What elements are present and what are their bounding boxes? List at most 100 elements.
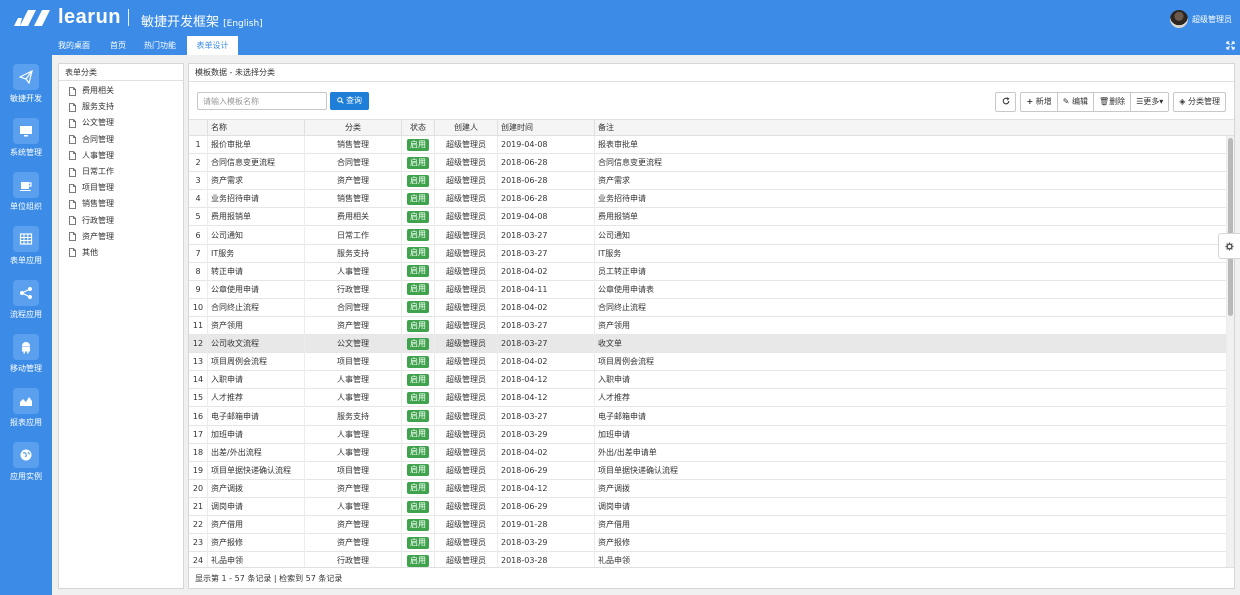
settings-gear-button[interactable] [1218, 233, 1240, 259]
header-created[interactable]: 创建时间 [498, 120, 595, 136]
table-row[interactable]: 7 IT服务 服务支持 启用 超级管理员 2018-03-27 IT服务 [189, 244, 1227, 263]
add-button[interactable]: + 新增 [1020, 92, 1058, 112]
sidebar-item-forms[interactable]: 表单应用 [0, 217, 52, 271]
category-item[interactable]: 费用相关 [59, 83, 183, 99]
category-label: 公文管理 [82, 118, 114, 128]
table-row[interactable]: 13 项目周例会流程 项目管理 启用 超级管理员 2018-04-02 项目周例会流程 [189, 353, 1227, 372]
delete-button[interactable]: 🗑删除 [1092, 92, 1132, 112]
android-icon [13, 334, 39, 360]
cell-creator: 超级管理员 [435, 317, 498, 335]
sidebar-item-organization[interactable]: 单位组织 [0, 163, 52, 217]
category-label: 其他 [82, 247, 98, 257]
cell-status: 启用 [402, 516, 435, 535]
category-item[interactable]: 行政管理 [59, 213, 183, 229]
cell-remark: 业务招待申请 [595, 190, 1227, 209]
category-manage-button[interactable]: ◈ 分类管理 [1173, 92, 1226, 112]
cell-status: 启用 [402, 389, 435, 408]
table-icon [13, 226, 39, 252]
status-badge: 启用 [407, 428, 429, 441]
category-item[interactable]: 项目管理 [59, 180, 183, 196]
table-row[interactable]: 21 调岗申请 人事管理 启用 超级管理员 2018-06-29 调岗申请 [189, 498, 1227, 517]
table-scrollbar[interactable] [1227, 136, 1234, 568]
cell-rownum: 14 [189, 371, 208, 390]
table-row[interactable]: 16 电子邮箱申请 服务支持 启用 超级管理员 2018-03-27 电子邮箱申请 [189, 407, 1227, 426]
table-row[interactable]: 15 人才推荐 人事管理 启用 超级管理员 2018-04-12 人才推荐 [189, 389, 1227, 408]
cell-created: 2018-06-28 [498, 190, 595, 209]
category-item[interactable]: 日常工作 [59, 164, 183, 180]
file-icon [69, 200, 76, 209]
table-row[interactable]: 9 公章使用申请 行政管理 启用 超级管理员 2018-04-11 公章使用申请表 [189, 280, 1227, 299]
sidebar-item-mobile[interactable]: 移动管理 [0, 325, 52, 379]
category-label: 项目管理 [82, 183, 114, 193]
cell-remark: 项目周例会流程 [595, 353, 1227, 372]
table-row[interactable]: 20 资产调拨 资产管理 启用 超级管理员 2018-04-12 资产调拨 [189, 479, 1227, 498]
table-row[interactable]: 24 礼品申领 行政管理 启用 超级管理员 2018-03-28 礼品申领 [189, 552, 1227, 568]
cell-created: 2018-03-29 [498, 534, 595, 553]
table-row[interactable]: 23 资产报修 资产管理 启用 超级管理员 2018-03-29 资产报修 [189, 534, 1227, 553]
file-icon [69, 248, 76, 258]
header-status[interactable]: 状态 [402, 120, 435, 136]
cell-category: 费用相关 [305, 208, 402, 227]
avatar[interactable] [1170, 10, 1188, 28]
tab-form-design[interactable]: 表单设计 [187, 36, 238, 55]
status-badge: 启用 [407, 536, 429, 549]
query-button[interactable]: 查询 [330, 92, 369, 110]
category-item[interactable]: 销售管理 [59, 196, 183, 212]
user-menu[interactable]: 超级管理员 [1170, 10, 1232, 28]
header-name[interactable]: 名称 [208, 120, 305, 136]
cell-status: 启用 [402, 317, 435, 335]
sidebar-item-reports[interactable]: 报表应用 [0, 379, 52, 433]
category-item[interactable]: 合同管理 [59, 132, 183, 148]
tags-icon: ◈ [1179, 97, 1186, 106]
cell-name: 合同信息变更流程 [208, 154, 305, 173]
status-badge: 启用 [407, 518, 429, 531]
category-item[interactable]: 资产管理 [59, 229, 183, 245]
sidebar-item-system[interactable]: 系统管理 [0, 109, 52, 163]
table-row[interactable]: 18 出差/外出流程 人事管理 启用 超级管理员 2018-04-02 外出/出差申请单 [189, 443, 1227, 462]
cell-category: 资产管理 [305, 534, 402, 553]
header-creator[interactable]: 创建人 [435, 120, 498, 136]
cell-name: 公司通知 [208, 226, 305, 245]
category-item[interactable]: 其他 [59, 245, 183, 261]
table-row[interactable]: 10 合同终止流程 合同管理 启用 超级管理员 2018-04-02 合同终止流程 [189, 298, 1227, 317]
table-row[interactable]: 1 报价审批单 销售管理 启用 超级管理员 2019-04-08 报表审批单 [189, 136, 1227, 155]
more-button[interactable]: ☰更多▾ [1130, 92, 1170, 112]
tab-my-desktop[interactable]: 我的桌面 [52, 36, 96, 55]
table-row[interactable]: 11 资产领用 资产管理 启用 超级管理员 2018-03-27 资产领用 [189, 317, 1227, 336]
refresh-button[interactable] [995, 92, 1017, 112]
header-remark[interactable]: 备注 [595, 120, 1234, 136]
category-item[interactable]: 人事管理 [59, 148, 183, 164]
table-row[interactable]: 5 费用报销单 费用相关 启用 超级管理员 2019-04-08 费用报销单 [189, 208, 1227, 227]
english-link[interactable]: [English] [223, 19, 263, 29]
table-row[interactable]: 19 项目单据快递确认流程 项目管理 启用 超级管理员 2018-06-29 项目单据快递确… [189, 461, 1227, 480]
fullscreen-icon[interactable] [1226, 41, 1236, 51]
table-row[interactable]: 14 入职申请 人事管理 启用 超级管理员 2018-04-12 入职申请 [189, 371, 1227, 390]
table-row[interactable]: 12 公司收文流程 公文管理 启用 超级管理员 2018-03-27 收文单 [189, 335, 1227, 354]
scrollbar-thumb[interactable] [1228, 138, 1233, 316]
coffee-icon [13, 172, 39, 198]
sidebar-item-workflow[interactable]: 流程应用 [0, 271, 52, 325]
status-badge: 启用 [407, 410, 429, 422]
table-row[interactable]: 2 合同信息变更流程 合同管理 启用 超级管理员 2018-06-28 合同信息变更流程 [189, 154, 1227, 173]
edit-button[interactable]: ✎ 编辑 [1056, 92, 1094, 112]
sidebar-item-examples[interactable]: 应用实例 [0, 433, 52, 487]
tab-home[interactable]: 首页 [100, 36, 136, 55]
table-row[interactable]: 17 加班申请 人事管理 启用 超级管理员 2018-03-29 加班申请 [189, 425, 1227, 444]
table-row[interactable]: 4 业务招待申请 销售管理 启用 超级管理员 2018-06-28 业务招待申请 [189, 190, 1227, 209]
table-row[interactable]: 3 资产需求 资产管理 启用 超级管理员 2018-06-28 资产需求 [189, 172, 1227, 191]
table-row[interactable]: 6 公司通知 日常工作 启用 超级管理员 2018-03-27 公司通知 [189, 226, 1227, 245]
cell-creator: 超级管理员 [435, 298, 498, 317]
category-item[interactable]: 公文管理 [59, 115, 183, 131]
cell-category: 人事管理 [305, 371, 402, 390]
category-item[interactable]: 服务支持 [59, 99, 183, 115]
search-input[interactable] [197, 92, 327, 110]
user-name[interactable]: 超级管理员 [1192, 14, 1232, 25]
tab-hot-functions[interactable]: 热门功能 [136, 36, 184, 55]
header-category[interactable]: 分类 [305, 120, 402, 136]
table-row[interactable]: 8 转正申请 人事管理 启用 超级管理员 2018-04-02 员工转正申请 [189, 262, 1227, 281]
status-badge: 启用 [407, 373, 429, 386]
table-row[interactable]: 22 资产借用 资产管理 启用 超级管理员 2019-01-28 资产借用 [189, 516, 1227, 535]
cell-name: 合同终止流程 [208, 298, 305, 317]
sidebar-item-agile-dev[interactable]: 敏捷开发 [0, 55, 52, 109]
status-badge: 启用 [407, 283, 429, 296]
